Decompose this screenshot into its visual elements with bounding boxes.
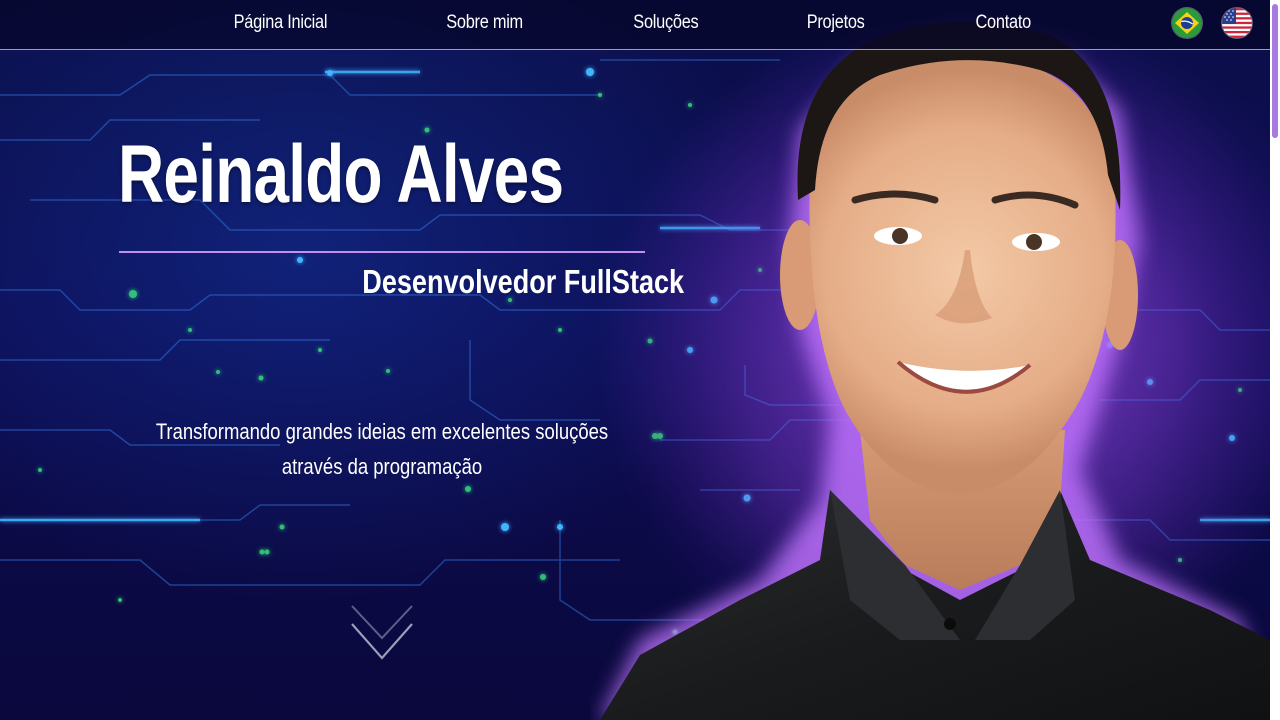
nav-projects[interactable]: Projetos [807,12,865,34]
hero-name: Reinaldo Alves [118,129,564,220]
page-scrollbar[interactable] [1270,0,1280,720]
profile-photo [590,0,1270,720]
nav-home[interactable]: Página Inicial [234,12,328,34]
tagline-line-1: Transformando grandes ideias em excelent… [155,419,609,444]
brazil-flag-icon[interactable] [1172,8,1202,38]
nav-solutions[interactable]: Soluções [633,12,698,34]
scrollbar-thumb[interactable] [1272,4,1278,138]
hero-section: Reinaldo Alves Desenvolvedor FullStack T… [0,0,1280,720]
nav-contact[interactable]: Contato [976,12,1032,34]
tagline-line-2: através da programação [281,454,483,479]
hero-tagline: Transformando grandes ideias em excelent… [145,414,619,484]
nav-about[interactable]: Sobre mim [446,12,523,34]
hero-role: Desenvolvedor FullStack [362,263,685,300]
usa-flag-icon[interactable] [1222,8,1252,38]
name-underline [119,251,645,253]
scroll-down-button[interactable] [350,602,414,662]
top-navbar: Página Inicial Sobre mim Soluções Projet… [0,0,1270,50]
chevron-down-icon [351,605,413,660]
